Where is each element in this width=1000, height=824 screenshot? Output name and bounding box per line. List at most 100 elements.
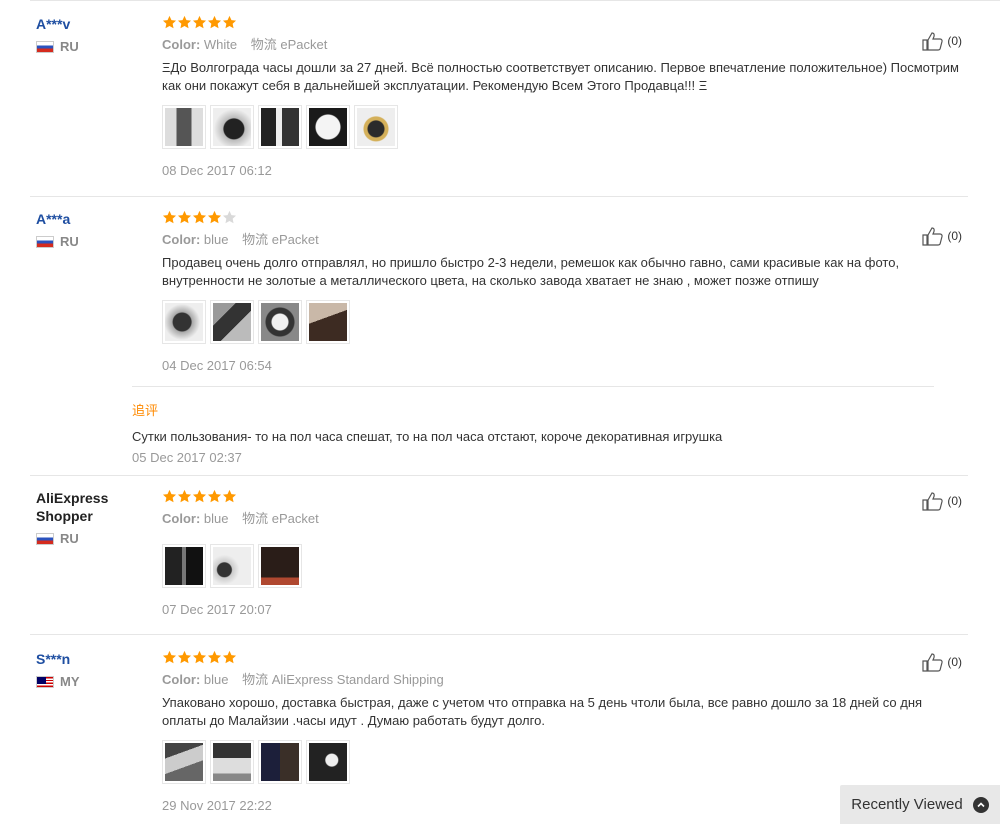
star-filled-icon — [222, 650, 237, 665]
color-value: blue — [203, 672, 229, 687]
shipping-value: ePacket — [271, 511, 319, 526]
recently-viewed-button[interactable]: Recently Viewed — [840, 785, 1000, 824]
review-photo[interactable] — [258, 740, 302, 784]
reviewer-country: RU — [36, 234, 146, 249]
reviewer-name: AliExpress Shopper — [36, 490, 109, 524]
star-filled-icon — [192, 650, 207, 665]
star-filled-icon — [162, 489, 177, 504]
color-label: Color: — [162, 37, 201, 52]
divider — [30, 0, 1000, 1]
helpful-button[interactable]: (0) — [922, 652, 962, 672]
star-filled-icon — [192, 210, 207, 225]
review-photo[interactable] — [162, 544, 206, 588]
shipping-value: ePacket — [280, 37, 328, 52]
review-content: Color: White 物流 ePacket ΞДо Волгограда ч… — [162, 15, 962, 178]
divider — [132, 386, 934, 387]
thumbs-up-icon — [922, 653, 943, 672]
star-filled-icon — [192, 489, 207, 504]
helpful-button[interactable]: (0) — [922, 226, 962, 246]
russia-flag-icon — [36, 532, 54, 545]
thumbs-up-icon — [922, 32, 943, 51]
malaysia-flag-icon — [36, 675, 54, 688]
review-photos — [162, 105, 962, 149]
helpful-button[interactable]: (0) — [922, 491, 962, 511]
recently-viewed-label: Recently Viewed — [851, 796, 963, 813]
shipping-value: AliExpress Standard Shipping — [271, 672, 444, 687]
review-photo[interactable] — [210, 300, 254, 344]
chevron-up-icon — [972, 796, 989, 813]
review-photo[interactable] — [162, 740, 206, 784]
review-photo[interactable] — [258, 544, 302, 588]
review-photo[interactable] — [162, 300, 206, 344]
review-attributes: Color: blue 物流 ePacket — [162, 231, 962, 249]
reviewer-info: A***a RU — [36, 210, 146, 249]
additional-feedback-label: 追评 — [132, 403, 159, 418]
star-filled-icon — [207, 210, 222, 225]
color-label: Color: — [162, 232, 201, 247]
review-photo[interactable] — [306, 740, 350, 784]
review-attributes: Color: blue 物流 ePacket — [162, 510, 962, 528]
star-rating — [162, 650, 962, 666]
review-photo[interactable] — [210, 544, 254, 588]
review-photo[interactable] — [306, 105, 350, 149]
shipping-label: 物流 — [242, 511, 269, 526]
reviewer-country: MY — [36, 674, 146, 689]
review-photo[interactable] — [258, 105, 302, 149]
star-filled-icon — [177, 15, 192, 30]
country-code: RU — [60, 531, 79, 546]
star-filled-icon — [177, 650, 192, 665]
star-rating — [162, 210, 962, 226]
star-filled-icon — [207, 489, 222, 504]
helpful-count: (0) — [947, 229, 962, 243]
shipping-value: ePacket — [271, 232, 319, 247]
review-attributes: Color: blue 物流 AliExpress Standard Shipp… — [162, 671, 962, 689]
reviewer-name: A***a — [36, 211, 71, 227]
star-filled-icon — [222, 489, 237, 504]
reviewer-country: RU — [36, 39, 146, 54]
color-value: blue — [203, 232, 229, 247]
review-photo[interactable] — [306, 300, 350, 344]
helpful-count: (0) — [947, 34, 962, 48]
star-rating — [162, 489, 962, 505]
star-filled-icon — [162, 210, 177, 225]
star-filled-icon — [207, 650, 222, 665]
divider — [30, 475, 968, 476]
color-value: White — [203, 37, 238, 52]
review-photo[interactable] — [258, 300, 302, 344]
review-date: 08 Dec 2017 06:12 — [162, 163, 272, 178]
shipping-label: 物流 — [242, 232, 269, 247]
reviewer-info: AliExpress Shopper RU — [36, 489, 146, 546]
star-filled-icon — [162, 650, 177, 665]
star-filled-icon — [222, 15, 237, 30]
helpful-count: (0) — [947, 655, 962, 669]
country-code: MY — [60, 674, 80, 689]
review-photo[interactable] — [354, 105, 398, 149]
star-filled-icon — [177, 210, 192, 225]
country-code: RU — [60, 39, 79, 54]
reviewer-name: A***v — [36, 16, 71, 32]
star-empty-icon — [222, 210, 237, 225]
reviewer-name: S***n — [36, 651, 71, 667]
helpful-button[interactable]: (0) — [922, 31, 962, 51]
reviewer-country: RU — [36, 531, 146, 546]
review-content: Color: blue 物流 ePacket Продавец очень до… — [162, 210, 962, 373]
review-photo[interactable] — [162, 105, 206, 149]
review-photos — [162, 544, 962, 588]
star-filled-icon — [162, 15, 177, 30]
review-content: Color: blue 物流 ePacket 07 Dec 2017 20:07 — [162, 489, 962, 617]
feedback-page: A***v RU Color: White 物流 ePacket ΞДо Вол… — [0, 0, 1000, 824]
shipping-label: 物流 — [250, 37, 277, 52]
review-date: 07 Dec 2017 20:07 — [162, 602, 272, 617]
star-filled-icon — [192, 15, 207, 30]
review-text: Продавец очень долго отправлял, но пришл… — [162, 255, 900, 288]
review-photos — [162, 740, 962, 784]
star-rating — [162, 15, 962, 31]
review-date: 04 Dec 2017 06:54 — [162, 358, 272, 373]
reviewer-info: S***n MY — [36, 650, 146, 689]
divider — [30, 634, 968, 635]
review-photo[interactable] — [210, 740, 254, 784]
review-photos — [162, 300, 962, 344]
thumbs-up-icon — [922, 227, 943, 246]
review-photo[interactable] — [210, 105, 254, 149]
additional-feedback-text: Сутки пользования- то на пол часа спешат… — [132, 429, 723, 444]
